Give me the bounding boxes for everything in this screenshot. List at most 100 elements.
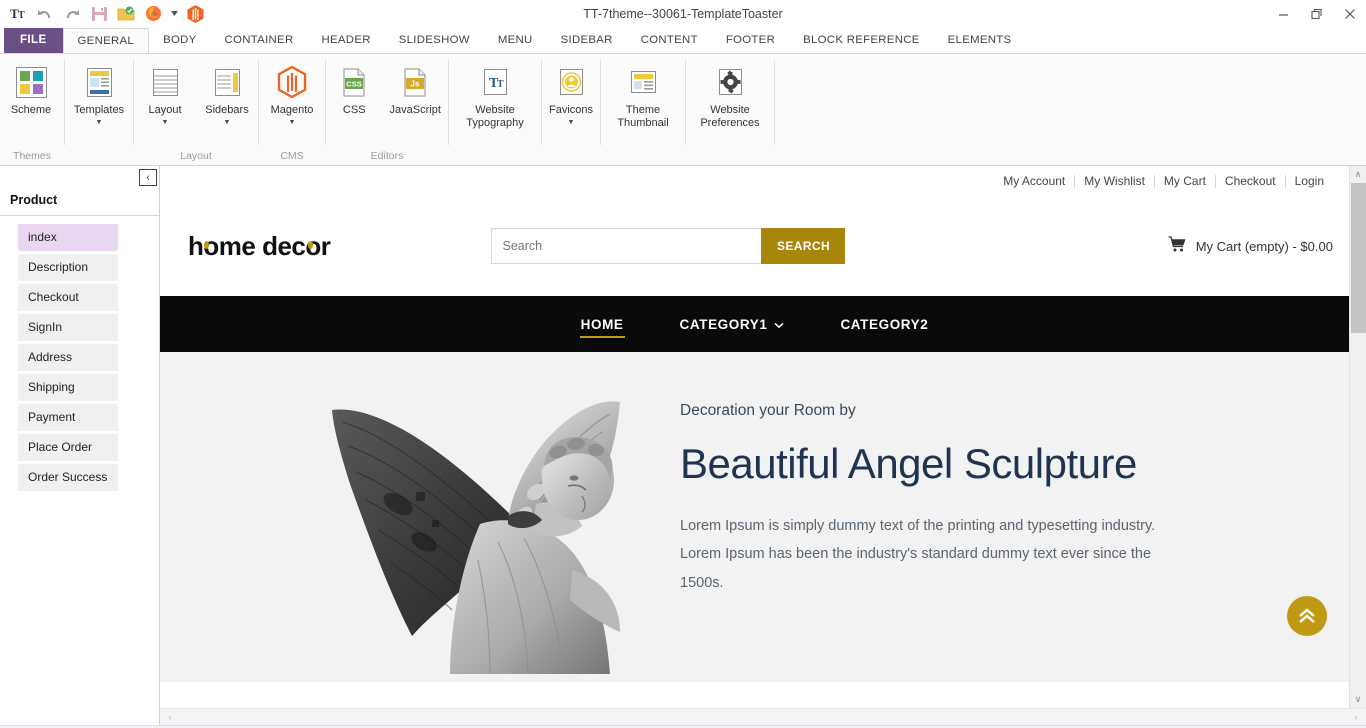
magento-caret-icon[interactable]: ▼ <box>289 119 296 127</box>
hero-text-block: Decoration your Room by Beautiful Angel … <box>650 352 1349 597</box>
magento-button[interactable]: Magento ▼ <box>259 62 325 129</box>
link-checkout[interactable]: Checkout <box>1216 174 1285 188</box>
scheme-button[interactable]: Scheme <box>0 62 62 119</box>
favicons-caret-icon[interactable]: ▼ <box>568 119 575 127</box>
ribbon-group-editors-label: Editors <box>326 149 448 167</box>
sidebars-button[interactable]: Sidebars ▼ <box>196 62 258 129</box>
javascript-button[interactable]: Js JavaScript <box>382 62 448 119</box>
link-my-account[interactable]: My Account <box>994 174 1074 188</box>
site-logo[interactable]: home decor <box>176 231 330 262</box>
vertical-scroll-thumb[interactable] <box>1351 183 1366 333</box>
save-icon[interactable] <box>89 4 109 24</box>
gear-icon <box>715 64 746 100</box>
page-item-payment[interactable]: Payment <box>18 404 118 431</box>
website-typography-button[interactable]: T T WebsiteTypography <box>449 62 541 131</box>
tab-block-reference[interactable]: BLOCK REFERENCE <box>789 28 934 53</box>
nav-item-category1[interactable]: CATEGORY1 <box>652 296 813 352</box>
templates-caret-icon[interactable]: ▼ <box>96 119 103 127</box>
templates-button[interactable]: Templates ▼ <box>65 62 133 129</box>
window-controls <box>1267 0 1366 28</box>
magento-label: Magento <box>271 104 314 117</box>
website-preferences-button[interactable]: WebsitePreferences <box>686 62 774 131</box>
preview-vertical-scrollbar[interactable]: ∧ ∨ <box>1349 166 1366 708</box>
layout-label: Layout <box>148 104 181 117</box>
tab-menu[interactable]: MENU <box>484 28 547 53</box>
ribbon-group-favicons: Favicons ▼ <box>542 54 600 167</box>
tab-container[interactable]: CONTAINER <box>211 28 308 53</box>
redo-icon[interactable] <box>62 4 82 24</box>
ribbon-group-themes-label: Themes <box>0 149 64 167</box>
nav-item-home[interactable]: HOME <box>553 296 652 352</box>
ribbon-group-themes: Scheme Themes <box>0 54 64 167</box>
scroll-down-button[interactable]: ∨ <box>1350 691 1366 708</box>
ribbon-group-cms-label: CMS <box>259 149 325 167</box>
page-item-description[interactable]: Description <box>18 254 118 281</box>
templatetoaster-window: T T <box>0 0 1366 728</box>
search-button[interactable]: SEARCH <box>761 228 845 264</box>
sidebars-caret-icon[interactable]: ▼ <box>224 119 231 127</box>
page-item-index[interactable]: index <box>18 224 118 251</box>
preview-horizontal-scrollbar[interactable]: ‹ › <box>160 708 1366 725</box>
collapse-panel-button[interactable]: ‹ <box>139 169 157 186</box>
typography-icon[interactable]: T T <box>8 4 28 24</box>
hero-title: Beautiful Angel Sculpture <box>680 442 1289 486</box>
chevron-down-icon <box>774 317 784 332</box>
tab-elements[interactable]: ELEMENTS <box>934 28 1026 53</box>
pages-panel: ‹ Product index Description Checkout Sig… <box>0 166 160 725</box>
svg-text:CSS: CSS <box>347 79 362 88</box>
hero-kicker: Decoration your Room by <box>680 402 1289 420</box>
ribbon-group-layout: Layout ▼ Sidebars ▼ Layout <box>134 54 258 167</box>
link-login[interactable]: Login <box>1286 174 1333 188</box>
page-item-signin[interactable]: SignIn <box>18 314 118 341</box>
tab-header[interactable]: HEADER <box>307 28 384 53</box>
nav-item-category2[interactable]: CATEGORY2 <box>812 296 956 352</box>
site-top-bar: My Account My Wishlist My Cart Checkout … <box>160 166 1349 196</box>
preview-wrapper: My Account My Wishlist My Cart Checkout … <box>160 166 1366 725</box>
page-item-address[interactable]: Address <box>18 344 118 371</box>
preview-dropdown-caret[interactable] <box>170 4 178 24</box>
scroll-left-button[interactable]: ‹ <box>163 712 177 722</box>
templates-label: Templates <box>74 104 124 117</box>
ribbon-group-typography-label <box>449 149 541 167</box>
restore-button[interactable] <box>1300 0 1333 28</box>
minimize-button[interactable] <box>1267 0 1300 28</box>
css-button[interactable]: CSS CSS <box>326 62 382 119</box>
templates-icon <box>84 64 115 100</box>
tab-slideshow[interactable]: SLIDESHOW <box>385 28 484 53</box>
theme-thumbnail-button[interactable]: ThemeThumbnail <box>601 62 685 131</box>
tab-footer[interactable]: FOOTER <box>712 28 789 53</box>
nav-item-category2-label: CATEGORY2 <box>840 317 928 332</box>
scroll-right-button[interactable]: › <box>1349 712 1363 722</box>
scroll-up-button[interactable]: ∧ <box>1350 166 1366 183</box>
magento-icon[interactable] <box>185 4 205 24</box>
nav-item-category1-label: CATEGORY1 <box>680 317 768 332</box>
vertical-scroll-track[interactable] <box>1350 183 1366 691</box>
ribbon: Scheme Themes <box>0 53 1366 166</box>
page-item-place-order[interactable]: Place Order <box>18 434 118 461</box>
cart-summary[interactable]: My Cart (empty) - $0.00 <box>1168 236 1333 256</box>
tab-content[interactable]: CONTENT <box>627 28 712 53</box>
page-item-checkout[interactable]: Checkout <box>18 284 118 311</box>
link-my-cart[interactable]: My Cart <box>1155 174 1215 188</box>
favicons-icon <box>556 64 587 100</box>
tab-sidebar[interactable]: SIDEBAR <box>547 28 627 53</box>
link-my-wishlist[interactable]: My Wishlist <box>1075 174 1154 188</box>
layout-button[interactable]: Layout ▼ <box>134 62 196 129</box>
close-button[interactable] <box>1333 0 1366 28</box>
page-item-order-success[interactable]: Order Success <box>18 464 118 491</box>
firefox-preview-icon[interactable] <box>143 4 163 24</box>
layout-caret-icon[interactable]: ▼ <box>162 119 169 127</box>
undo-icon[interactable] <box>35 4 55 24</box>
tab-file[interactable]: FILE <box>4 28 63 53</box>
search-input[interactable] <box>491 228 761 264</box>
scroll-to-top-button[interactable] <box>1287 596 1327 636</box>
open-icon[interactable] <box>116 4 136 24</box>
shopping-cart-icon <box>1168 236 1187 256</box>
ribbon-group-templates-label <box>65 149 133 167</box>
page-item-shipping[interactable]: Shipping <box>18 374 118 401</box>
tab-general[interactable]: GENERAL <box>63 28 150 53</box>
css-file-icon: CSS <box>340 64 368 100</box>
tab-body[interactable]: BODY <box>149 28 210 53</box>
ribbon-group-favicons-label <box>542 149 600 167</box>
favicons-button[interactable]: Favicons ▼ <box>542 62 600 129</box>
